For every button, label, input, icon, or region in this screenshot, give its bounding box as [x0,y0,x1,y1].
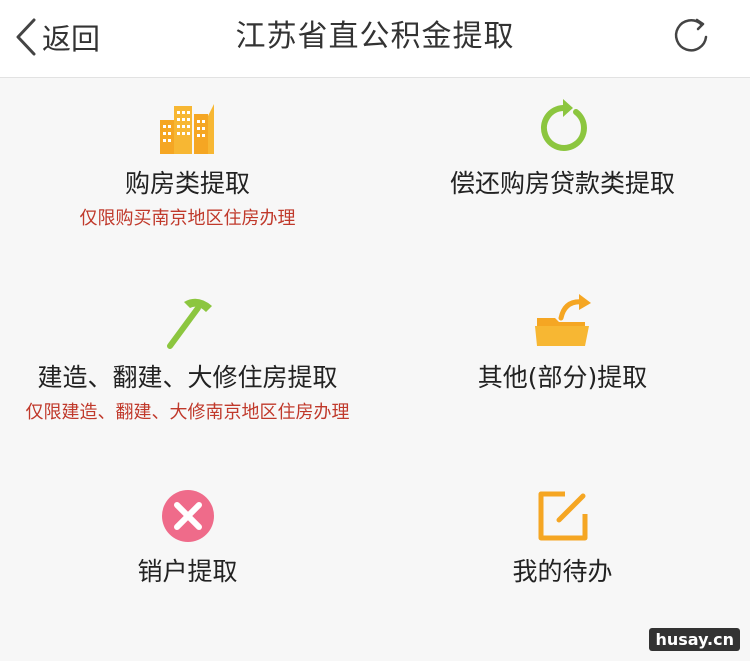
option-note: 仅限建造、翻建、大修南京地区住房办理 [25,402,350,423]
close-circle-icon [153,481,223,551]
page-title: 江苏省直公积金提取 [235,19,515,54]
option-label: 建造、翻建、大修住房提取 [37,363,338,392]
watermark: husay.cn [649,628,740,651]
folder-arrow-icon [528,287,598,357]
header-bar: 返回 江苏省直公积金提取 [0,0,750,78]
option-label: 我的待办 [512,557,613,586]
option-label: 偿还购房贷款类提取 [449,169,675,198]
option-label: 购房类提取 [124,169,250,198]
withdrawal-options-grid: 购房类提取 仅限购买南京地区住房办理 偿还购房贷款类提取 建造、翻建、大修住房提… [0,79,750,661]
refresh-green-icon [528,93,598,163]
option-loan-repayment[interactable]: 偿还购房贷款类提取 [375,79,750,273]
refresh-icon [674,18,708,52]
option-other-partial[interactable]: 其他(部分)提取 [375,273,750,467]
option-house-purchase[interactable]: 购房类提取 仅限购买南京地区住房办理 [0,79,375,273]
buildings-icon [153,93,223,163]
option-label: 其他(部分)提取 [477,363,648,392]
option-account-closure[interactable]: 销户提取 [0,467,375,661]
option-note: 仅限购买南京地区住房办理 [79,208,296,229]
refresh-button[interactable] [668,14,714,60]
edit-square-icon [528,481,598,551]
option-label: 销户提取 [137,557,238,586]
hammer-icon [153,287,223,357]
option-build-renovate[interactable]: 建造、翻建、大修住房提取 仅限建造、翻建、大修南京地区住房办理 [0,273,375,467]
